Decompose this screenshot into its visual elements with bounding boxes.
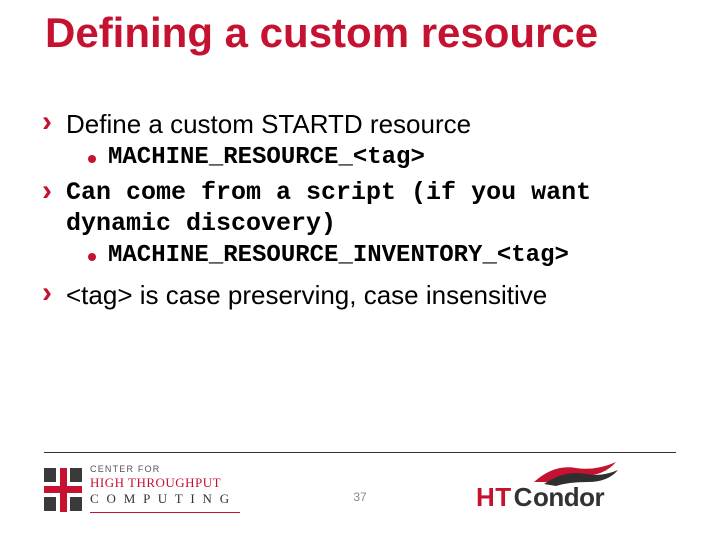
c-text: C [512, 482, 533, 512]
code-text: MACHINE_RESOURCE_INVENTORY_<tag> [108, 242, 569, 269]
ht-text: HT [476, 482, 512, 512]
chtc-underline [90, 512, 240, 513]
slide: Defining a custom resource Define a cust… [0, 0, 720, 540]
bullet-case-preserving: <tag> is case preserving, case insensiti… [38, 279, 690, 312]
sub-bullet-machine-resource: MACHINE_RESOURCE_<tag> [38, 143, 690, 173]
footer-divider [44, 452, 676, 453]
footer: CENTER FOR HIGH THROUGHPUT C O M P U T I… [0, 460, 720, 522]
chtc-line1: CENTER FOR [90, 464, 231, 474]
bullet-define-startd: Define a custom STARTD resource [38, 108, 690, 141]
htcondor-wordmark: HTCondor [476, 482, 604, 513]
slide-body: Define a custom STARTD resource MACHINE_… [38, 100, 690, 314]
chtc-line2: HIGH THROUGHPUT [90, 475, 231, 491]
sub-bullet-machine-resource-inventory: MACHINE_RESOURCE_INVENTORY_<tag> [38, 241, 690, 271]
bullet-text: Can come from a script (if you want dyna… [66, 178, 591, 238]
ondor-text: ondor [533, 482, 604, 512]
bullet-from-script: Can come from a script (if you want dyna… [38, 177, 690, 240]
bullet-text: Define a custom STARTD resource [66, 109, 471, 139]
bullet-text: <tag> is case preserving, case insensiti… [66, 280, 547, 310]
code-text: MACHINE_RESOURCE_<tag> [108, 144, 425, 171]
slide-title: Defining a custom resource [45, 10, 685, 56]
htcondor-logo: HTCondor [476, 464, 676, 520]
